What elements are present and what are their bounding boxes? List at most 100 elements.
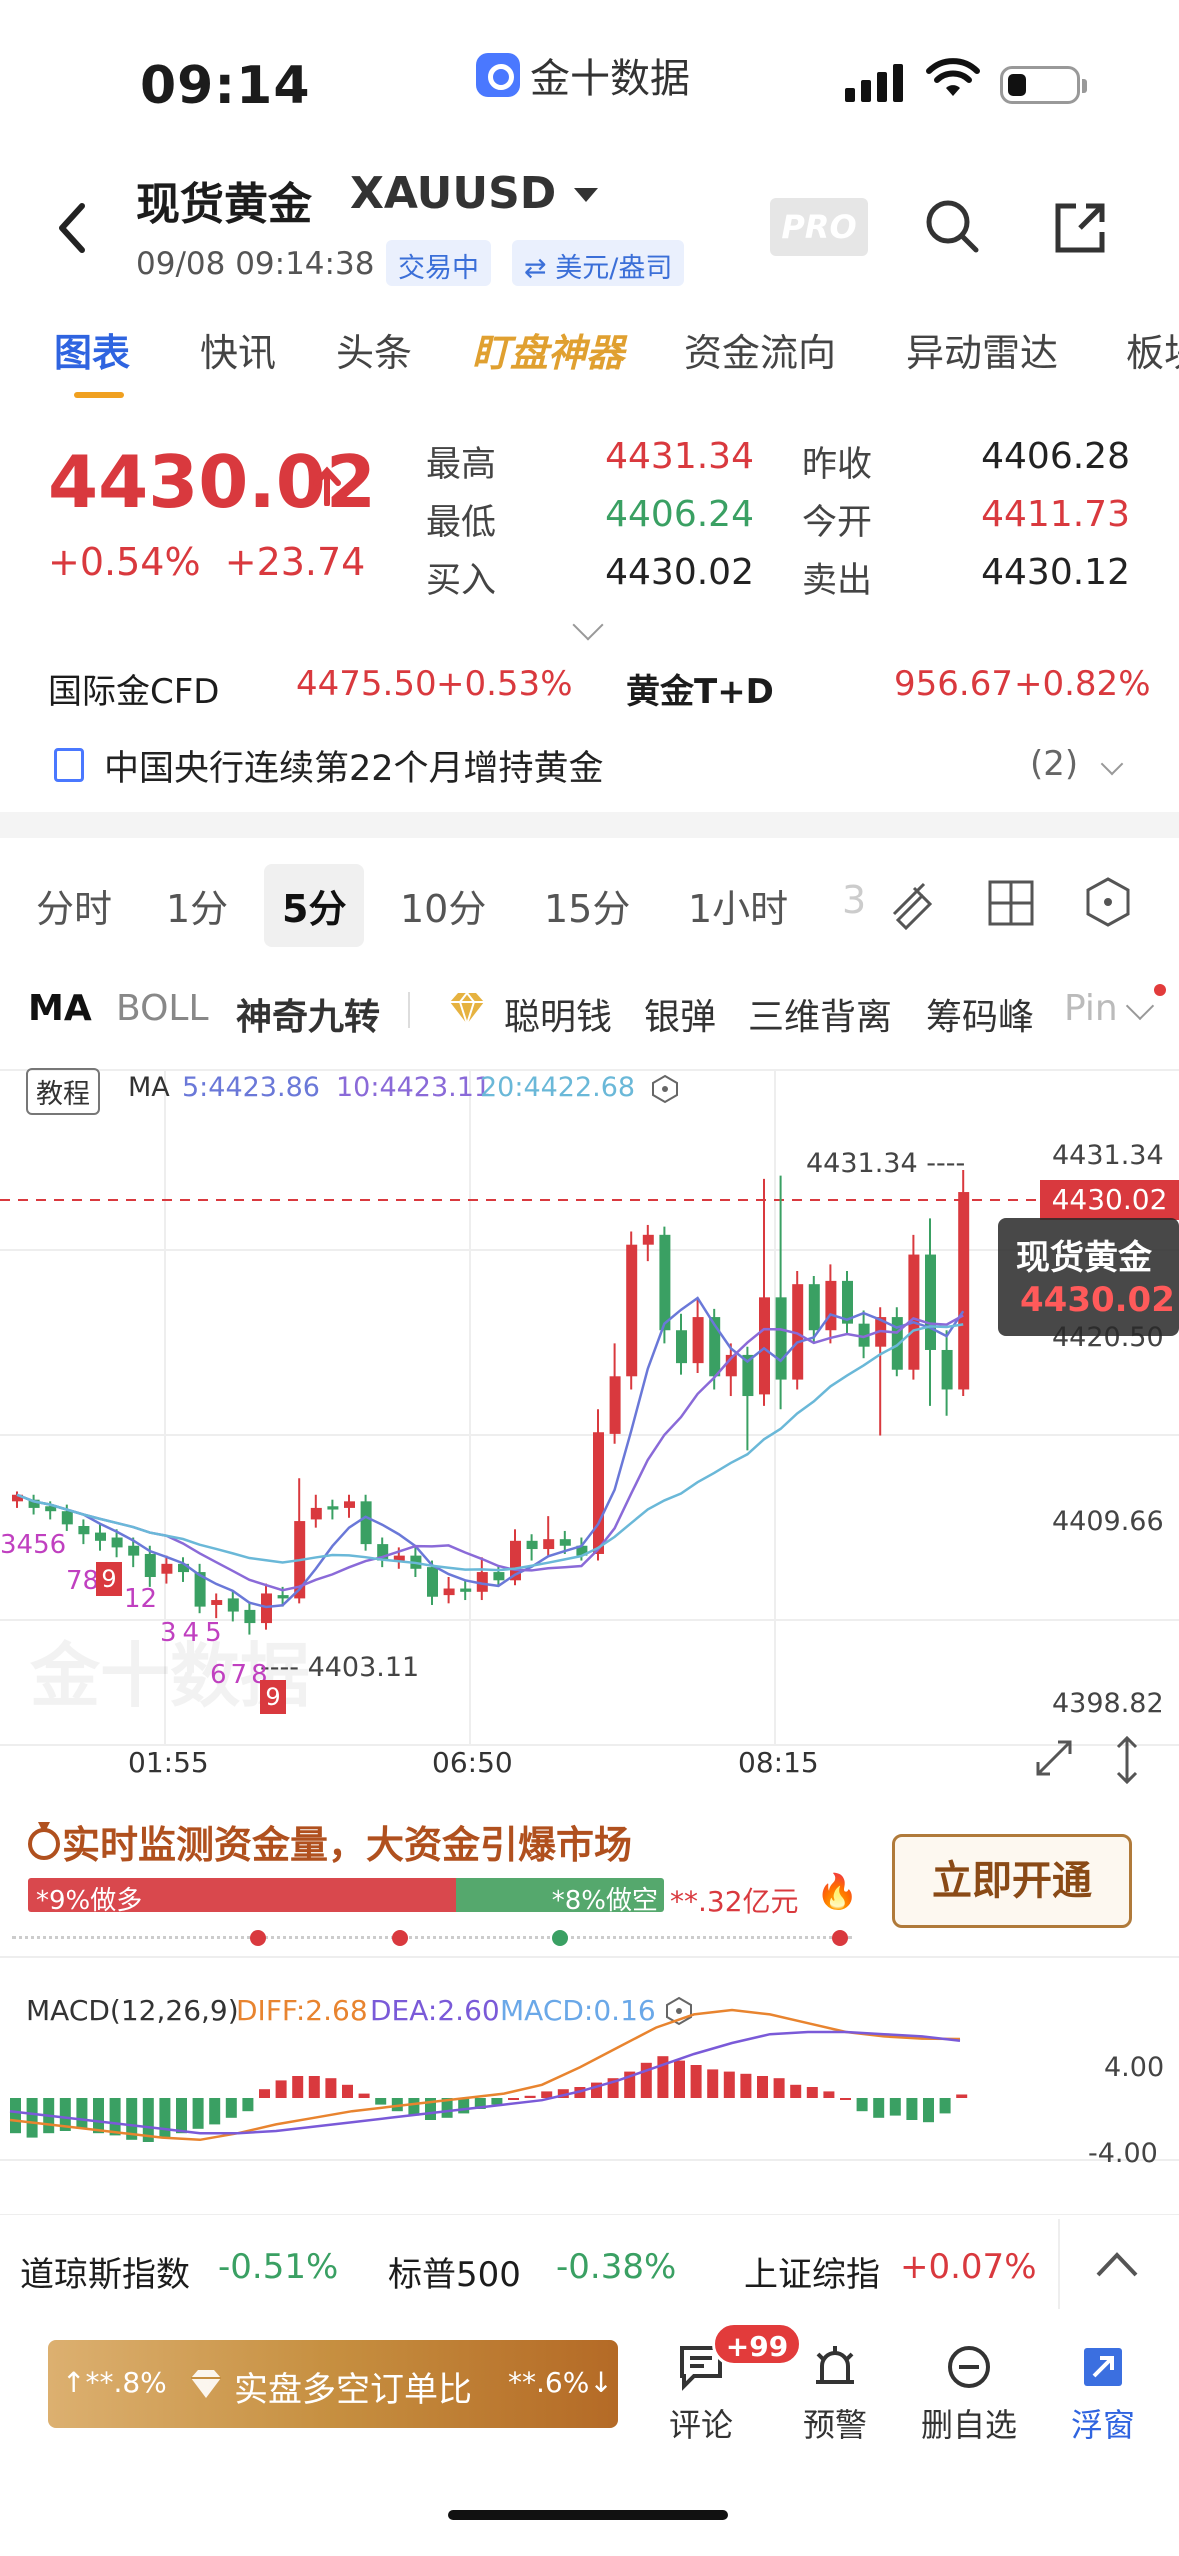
ma5-value: 5:4423.86 (182, 1072, 320, 1103)
nav-alert[interactable]: 预警 (780, 2342, 890, 2446)
candle-body (443, 1588, 455, 1596)
macd-bar (773, 2078, 785, 2098)
fullscreen-icon[interactable] (1032, 1736, 1076, 1780)
draw-tool-icon[interactable] (884, 874, 944, 934)
tf-5m[interactable]: 5分 (264, 864, 365, 947)
ind-pin[interactable]: Pin (1064, 988, 1118, 1029)
news-chevron-icon[interactable] (1100, 752, 1124, 776)
back-icon[interactable] (48, 198, 98, 258)
related-cfd-name[interactable]: 国际金CFD (48, 664, 219, 713)
macd-bar (757, 2076, 768, 2098)
macd-bar (292, 2076, 304, 2098)
pro-button[interactable]: PRO (770, 198, 868, 256)
ind-ma[interactable]: MA (28, 988, 92, 1029)
expand-chevron-icon[interactable] (572, 609, 604, 641)
tab-monitor[interactable]: 盯盘神器 (472, 322, 624, 377)
index-sse-pct: +0.07% (900, 2247, 1037, 2287)
ind-more-chevron-icon[interactable] (1125, 991, 1155, 1021)
macd-bar (325, 2078, 337, 2098)
macd-bar (873, 2098, 885, 2118)
quote-value: 4430.12 (981, 552, 1130, 593)
tf-1m[interactable]: 1分 (166, 878, 228, 933)
macd-bar (109, 2098, 121, 2136)
nav-float-label: 浮窗 (1070, 2406, 1135, 2444)
vertical-scale-icon[interactable] (1110, 1734, 1144, 1786)
activate-button[interactable]: 立即开通 (892, 1834, 1132, 1928)
related-cfd-price: 4475.50 (296, 664, 437, 704)
news-headline[interactable]: 中国央行连续第22个月增持黄金 (104, 740, 604, 791)
ind-divergence[interactable]: 三维背离 (748, 988, 892, 1040)
macd-bar (524, 2095, 536, 2098)
long-short-ratio-button[interactable]: ↑**.8% 实盘多空订单比 **.6%↓ (48, 2340, 618, 2428)
tab-chart[interactable]: 图表 (54, 322, 130, 377)
tab-radar[interactable]: 异动雷达 (906, 322, 1058, 377)
share-icon[interactable] (1050, 198, 1110, 258)
unit-badge[interactable]: ⇄ 美元/盎司 (512, 240, 685, 286)
grid-layout-icon[interactable] (986, 878, 1036, 928)
promo-dot (832, 1930, 848, 1946)
related-td-price: 956.67 (894, 664, 1013, 704)
tab-flash[interactable]: 快讯 (200, 322, 276, 377)
macd-bar (856, 2098, 868, 2112)
tf-more[interactable]: 3 (842, 878, 866, 922)
indices-divider (1058, 2219, 1060, 2309)
ind-divider (408, 992, 410, 1028)
settings-hex-icon[interactable] (1082, 876, 1134, 928)
promo-title[interactable]: 实时监测资金量，大资金引爆市场 (62, 1814, 632, 1869)
ma-settings-icon[interactable] (650, 1074, 680, 1104)
macd-bar (308, 2076, 320, 2098)
tab-headlines[interactable]: 头条 (336, 322, 412, 377)
search-icon[interactable] (920, 194, 984, 258)
ma20-value: 20:4422.68 (480, 1072, 636, 1103)
td9-box-2: 9 (260, 1680, 286, 1714)
macd-chart[interactable] (0, 1960, 1179, 2170)
chevron-down-icon[interactable] (574, 188, 598, 202)
macd-bar (242, 2098, 254, 2112)
instrument-code[interactable]: XAUUSD (350, 168, 556, 219)
macd-divider (0, 1956, 1179, 1958)
macd-bar (26, 2098, 38, 2138)
candle-body (161, 1563, 173, 1574)
quote-label: 昨收 (802, 445, 873, 485)
tf-1h[interactable]: 1小时 (688, 878, 788, 933)
macd-bar (840, 2098, 851, 2100)
ind-silver-bullet[interactable]: 银弹 (644, 988, 716, 1040)
candle-body (360, 1501, 372, 1545)
status-time: 09:14 (140, 56, 311, 116)
index-dow-name[interactable]: 道琼斯指数 (20, 2247, 190, 2296)
high-marker-value: 4431.34 (806, 1148, 918, 1179)
ind-chip-peak[interactable]: 筹码峰 (926, 988, 1034, 1040)
nav-float-window[interactable]: 浮窗 (1048, 2342, 1158, 2446)
ind-td9[interactable]: 神奇九转 (236, 988, 380, 1040)
candle-body (925, 1254, 936, 1350)
tab-sectors[interactable]: 板块 (1126, 322, 1179, 377)
chevron-up-icon[interactable] (1092, 2245, 1142, 2285)
tf-intraday[interactable]: 分时 (36, 878, 112, 933)
macd-bar (806, 2087, 818, 2098)
related-td-name[interactable]: 黄金T+D (626, 664, 774, 713)
notification-dot (1154, 984, 1166, 996)
axis-price-2: 4409.66 (1052, 1506, 1164, 1537)
tutorial-button[interactable]: 教程 (26, 1068, 100, 1115)
tf-10m[interactable]: 10分 (400, 878, 486, 933)
candle-body (227, 1598, 239, 1612)
news-count[interactable]: (2) (1030, 744, 1078, 784)
tab-fund-flow[interactable]: 资金流向 (684, 322, 836, 377)
market-indices-bar: 道琼斯指数 -0.51% 标普500 -0.38% 上证综指 +0.07% (0, 2214, 1179, 2314)
fire-icon: 🔥 (816, 1872, 859, 1912)
tooltip-price: 4430.02 (1020, 1280, 1175, 1320)
ind-smart-money[interactable]: 聪明钱 (504, 988, 612, 1040)
macd-bar (790, 2084, 802, 2098)
long-ratio-label: *9%做多 (36, 1886, 143, 1916)
macd-bar (823, 2091, 835, 2098)
index-sse-name[interactable]: 上证综指 (744, 2247, 880, 2296)
ratio-label: 实盘多空订单比 (234, 2370, 472, 2410)
nav-remove-watchlist[interactable]: 删自选 (914, 2342, 1024, 2446)
ind-boll[interactable]: BOLL (116, 988, 209, 1029)
tf-15m[interactable]: 15分 (544, 878, 630, 933)
candle-body (941, 1349, 953, 1390)
index-sp500-name[interactable]: 标普500 (388, 2247, 521, 2296)
alarm-icon (816, 2346, 854, 2384)
candle-body (958, 1192, 970, 1390)
candle-body (626, 1244, 638, 1377)
